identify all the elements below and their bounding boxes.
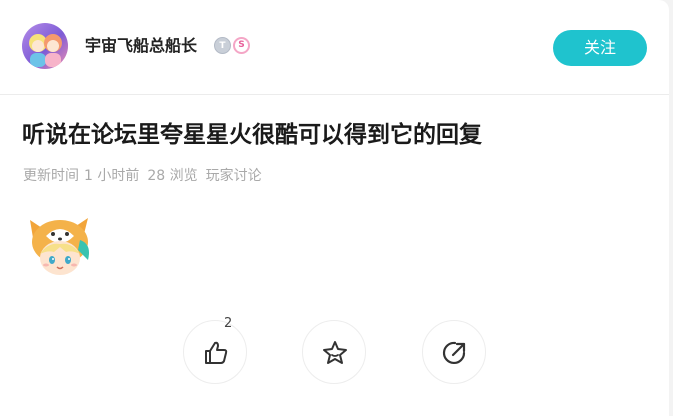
like-count: 2 (224, 316, 233, 331)
follow-button[interactable]: 关注 (553, 30, 647, 66)
update-time: 1 小时前 (84, 168, 140, 184)
thumbs-up-icon (205, 341, 228, 364)
author-name[interactable]: 宇宙飞船总船长 (85, 35, 197, 57)
author-avatar[interactable] (22, 23, 68, 69)
update-time-label: 更新时间 (23, 168, 79, 184)
view-count: 28 浏览 (147, 168, 198, 184)
share-icon (442, 341, 466, 365)
fox-girl-sticker-icon (26, 214, 96, 280)
creator-badge-icon: S (233, 37, 250, 54)
post-category[interactable]: 玩家讨论 (206, 168, 262, 184)
star-icon (323, 341, 347, 364)
level-badge-icon: T (214, 37, 231, 54)
post-header: 宇宙飞船总船长 T S 关注 (0, 0, 669, 95)
post-meta: 更新时间 1 小时前 28 浏览 玩家讨论 (23, 166, 267, 186)
favorite-button[interactable] (302, 320, 366, 384)
share-button[interactable] (422, 320, 486, 384)
post-card: 宇宙飞船总船长 T S 关注 听说在论坛里夸星星火很酷可以得到它的回复 更新时间… (0, 0, 669, 416)
post-title: 听说在论坛里夸星星火很酷可以得到它的回复 (22, 122, 482, 148)
like-button[interactable] (183, 320, 247, 384)
